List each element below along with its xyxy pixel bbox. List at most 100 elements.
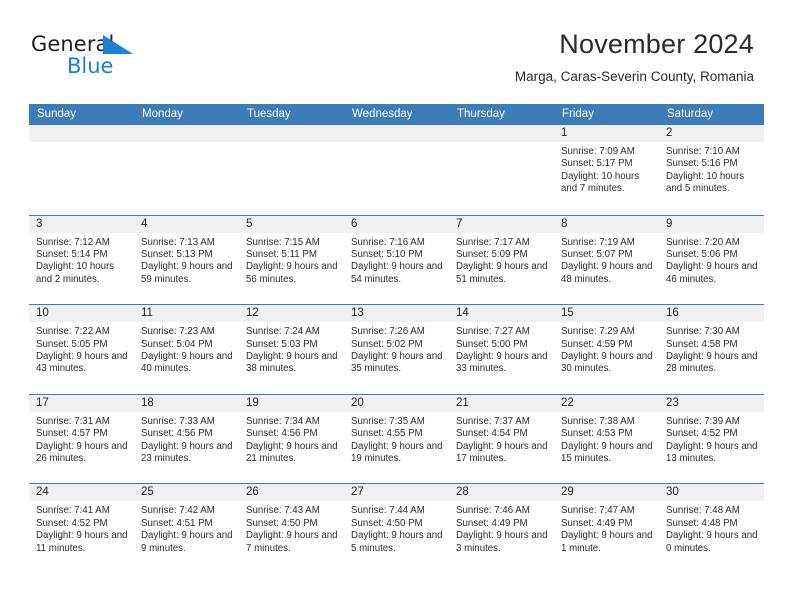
calendar-day-cell[interactable]: 8 Sunrise: 7:19 AM Sunset: 5:07 PM Daylight… [554, 215, 659, 305]
day-details [239, 142, 344, 146]
day-details: Sunrise: 7:17 AM Sunset: 5:09 PM Daylight:… [449, 233, 554, 287]
day-details: Sunrise: 7:20 AM Sunset: 5:06 PM Daylight:… [659, 233, 764, 287]
calendar-day-cell[interactable]: 18 Sunrise: 7:33 AM Sunset: 4:56 PM Dayligh… [134, 394, 239, 484]
sunrise-text: Sunrise: 7:29 AM [561, 326, 635, 338]
sunrise-text: Sunrise: 7:17 AM [456, 236, 530, 248]
calendar-day-cell[interactable]: 16 Sunrise: 7:30 AM Sunset: 4:58 PM Dayligh… [659, 305, 764, 394]
day-details: Sunrise: 7:35 AM Sunset: 4:55 PM Daylight:… [344, 412, 449, 466]
daylight-text: Daylight: 9 hours and 13 minutes. [666, 440, 758, 464]
day-details [344, 142, 449, 146]
day-number: 12 [239, 305, 344, 323]
weekday-header-thursday: Thursday [457, 108, 505, 120]
daylight-text: Daylight: 9 hours and 54 minutes. [351, 261, 443, 285]
daylight-text: Daylight: 9 hours and 28 minutes. [666, 351, 758, 375]
sunrise-text: Sunrise: 7:24 AM [246, 326, 320, 338]
calendar-day-cell[interactable]: 10 Sunrise: 7:22 AM Sunset: 5:05 PM Dayligh… [29, 305, 134, 394]
calendar-day-cell[interactable]: 25 Sunrise: 7:42 AM Sunset: 4:51 PM Dayligh… [134, 484, 239, 573]
sunrise-text: Sunrise: 7:16 AM [351, 236, 425, 248]
weekday-header-row: Sunday Monday Tuesday Wednesday Thursday… [29, 104, 764, 125]
sunset-text: Sunset: 4:52 PM [666, 428, 738, 440]
calendar-cell-empty [344, 125, 449, 215]
sunset-text: Sunset: 5:03 PM [246, 338, 318, 350]
day-details: Sunrise: 7:37 AM Sunset: 4:54 PM Daylight:… [449, 412, 554, 466]
day-number: 3 [29, 215, 134, 233]
daylight-text: Daylight: 9 hours and 26 minutes. [36, 440, 128, 464]
general-blue-logo[interactable]: General Blue [31, 33, 211, 81]
calendar-day-cell[interactable]: 30 Sunrise: 7:48 AM Sunset: 4:48 PM Dayligh… [659, 484, 764, 573]
sunrise-text: Sunrise: 7:27 AM [456, 326, 530, 338]
sunrise-text: Sunrise: 7:34 AM [246, 415, 320, 427]
calendar-day-cell[interactable]: 21 Sunrise: 7:37 AM Sunset: 4:54 PM Dayligh… [449, 394, 554, 484]
calendar-day-cell[interactable]: 1 Sunrise: 7:09 AM Sunset: 5:17 PM Daylight… [554, 125, 659, 215]
weekday-header-friday: Friday [562, 108, 594, 120]
sunset-text: Sunset: 4:56 PM [246, 428, 318, 440]
day-details: Sunrise: 7:43 AM Sunset: 4:50 PM Daylight:… [239, 501, 344, 555]
calendar-day-cell[interactable]: 28 Sunrise: 7:46 AM Sunset: 4:49 PM Dayligh… [449, 484, 554, 573]
sunrise-text: Sunrise: 7:41 AM [36, 505, 110, 517]
sunset-text: Sunset: 4:54 PM [456, 428, 528, 440]
calendar-day-cell[interactable]: 11 Sunrise: 7:23 AM Sunset: 5:04 PM Dayligh… [134, 305, 239, 394]
calendar-day-cell[interactable]: 19 Sunrise: 7:34 AM Sunset: 4:56 PM Dayligh… [239, 394, 344, 484]
sunset-text: Sunset: 5:16 PM [666, 158, 738, 170]
day-number [29, 125, 134, 142]
calendar-day-cell[interactable]: 23 Sunrise: 7:39 AM Sunset: 4:52 PM Dayligh… [659, 394, 764, 484]
calendar-day-cell[interactable]: 7 Sunrise: 7:17 AM Sunset: 5:09 PM Daylight… [449, 215, 554, 305]
sunset-text: Sunset: 4:51 PM [141, 517, 213, 529]
daylight-text: Daylight: 9 hours and 35 minutes. [351, 351, 443, 375]
calendar-day-cell[interactable]: 22 Sunrise: 7:38 AM Sunset: 4:53 PM Dayligh… [554, 394, 659, 484]
sunset-text: Sunset: 5:06 PM [666, 249, 738, 260]
sunset-text: Sunset: 4:49 PM [561, 517, 633, 529]
calendar-day-cell[interactable]: 26 Sunrise: 7:43 AM Sunset: 4:50 PM Dayligh… [239, 484, 344, 573]
sunset-text: Sunset: 5:02 PM [351, 338, 423, 350]
day-number: 22 [554, 394, 659, 412]
calendar-day-cell[interactable]: 27 Sunrise: 7:44 AM Sunset: 4:50 PM Dayligh… [344, 484, 449, 573]
sunrise-text: Sunrise: 7:31 AM [36, 415, 110, 427]
calendar-day-cell[interactable]: 9 Sunrise: 7:20 AM Sunset: 5:06 PM Daylight… [659, 215, 764, 305]
weekday-header-saturday: Saturday [667, 108, 714, 120]
sunset-text: Sunset: 4:57 PM [36, 428, 108, 440]
sunrise-text: Sunrise: 7:20 AM [666, 236, 740, 248]
day-number: 25 [134, 484, 239, 502]
day-details: Sunrise: 7:38 AM Sunset: 4:53 PM Daylight:… [554, 412, 659, 466]
sunset-text: Sunset: 4:53 PM [561, 428, 633, 440]
day-details: Sunrise: 7:23 AM Sunset: 5:04 PM Daylight:… [134, 322, 239, 376]
calendar-cell-empty [449, 125, 554, 215]
calendar-day-cell[interactable]: 14 Sunrise: 7:27 AM Sunset: 5:00 PM Dayligh… [449, 305, 554, 394]
sunrise-text: Sunrise: 7:19 AM [561, 236, 635, 248]
calendar-day-cell[interactable]: 20 Sunrise: 7:35 AM Sunset: 4:55 PM Dayligh… [344, 394, 449, 484]
day-number [239, 125, 344, 142]
sunrise-text: Sunrise: 7:12 AM [36, 236, 110, 248]
day-number: 17 [29, 394, 134, 412]
calendar-day-cell[interactable]: 17 Sunrise: 7:31 AM Sunset: 4:57 PM Dayligh… [29, 394, 134, 484]
sunrise-text: Sunrise: 7:47 AM [561, 505, 635, 517]
daylight-text: Daylight: 9 hours and 1 minute. [561, 530, 653, 554]
calendar-day-cell[interactable]: 15 Sunrise: 7:29 AM Sunset: 4:59 PM Dayligh… [554, 305, 659, 394]
calendar-day-cell[interactable]: 4 Sunrise: 7:13 AM Sunset: 5:13 PM Daylight… [134, 215, 239, 305]
calendar-day-cell[interactable]: 12 Sunrise: 7:24 AM Sunset: 5:03 PM Dayligh… [239, 305, 344, 394]
day-number: 23 [659, 394, 764, 412]
calendar-day-cell[interactable]: 24 Sunrise: 7:41 AM Sunset: 4:52 PM Dayligh… [29, 484, 134, 573]
day-details [134, 142, 239, 146]
calendar-day-cell[interactable]: 29 Sunrise: 7:47 AM Sunset: 4:49 PM Dayligh… [554, 484, 659, 573]
weekday-header-monday: Monday [142, 108, 183, 120]
day-number: 26 [239, 484, 344, 502]
daylight-text: Daylight: 9 hours and 21 minutes. [246, 440, 338, 464]
calendar-day-cell[interactable]: 6 Sunrise: 7:16 AM Sunset: 5:10 PM Daylight… [344, 215, 449, 305]
daylight-text: Daylight: 9 hours and 17 minutes. [456, 440, 548, 464]
day-details: Sunrise: 7:12 AM Sunset: 5:14 PM Daylight:… [29, 233, 134, 287]
calendar-cell-empty [239, 125, 344, 215]
daylight-text: Daylight: 9 hours and 40 minutes. [141, 351, 233, 375]
sunset-text: Sunset: 4:50 PM [246, 517, 318, 529]
calendar-day-cell[interactable]: 3 Sunrise: 7:12 AM Sunset: 5:14 PM Daylight… [29, 215, 134, 305]
calendar-day-cell[interactable]: 5 Sunrise: 7:15 AM Sunset: 5:11 PM Daylight… [239, 215, 344, 305]
day-details: Sunrise: 7:10 AM Sunset: 5:16 PM Daylight:… [659, 142, 764, 196]
sunrise-text: Sunrise: 7:35 AM [351, 415, 425, 427]
day-number: 24 [29, 484, 134, 502]
sunrise-text: Sunrise: 7:39 AM [666, 415, 740, 427]
calendar-day-cell[interactable]: 13 Sunrise: 7:26 AM Sunset: 5:02 PM Dayligh… [344, 305, 449, 394]
calendar-day-cell[interactable]: 2 Sunrise: 7:10 AM Sunset: 5:16 PM Daylight… [659, 125, 764, 215]
day-details: Sunrise: 7:13 AM Sunset: 5:13 PM Daylight:… [134, 233, 239, 287]
daylight-text: Daylight: 9 hours and 30 minutes. [561, 351, 653, 375]
daylight-text: Daylight: 9 hours and 46 minutes. [666, 261, 758, 285]
day-details: Sunrise: 7:42 AM Sunset: 4:51 PM Daylight:… [134, 501, 239, 555]
